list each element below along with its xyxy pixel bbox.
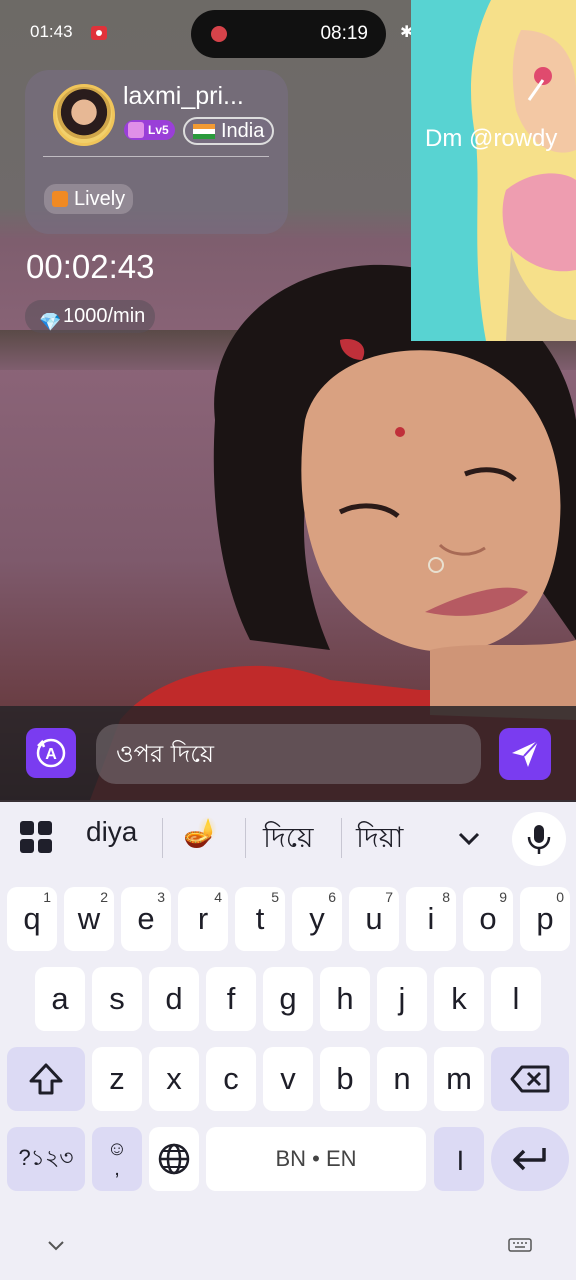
key-e[interactable]: e3 — [121, 887, 171, 951]
backspace-key[interactable] — [491, 1047, 569, 1111]
mic-button[interactable] — [512, 812, 566, 866]
key-i[interactable]: i8 — [406, 887, 456, 951]
india-flag-icon — [193, 124, 215, 139]
suggestion-separator — [245, 818, 246, 858]
message-input[interactable]: ওপর দিয়ে — [96, 724, 481, 784]
key-a[interactable]: a — [35, 967, 85, 1031]
screen-record-icon — [91, 26, 107, 40]
key-j[interactable]: j — [377, 967, 427, 1031]
call-rate: 💎 1000/min — [25, 300, 156, 333]
key-p[interactable]: p0 — [520, 887, 570, 951]
country-badge: India — [183, 117, 275, 145]
apps-grid-icon[interactable] — [20, 821, 54, 855]
translate-icon: A — [36, 738, 66, 768]
key-f[interactable]: f — [206, 967, 256, 1031]
enter-key[interactable] — [491, 1127, 569, 1191]
message-bar: A ওপর দিয়ে — [0, 706, 576, 802]
username: laxmi_pri... — [123, 82, 244, 110]
card-divider — [43, 156, 269, 157]
key-s[interactable]: s — [92, 967, 142, 1031]
key-m[interactable]: m — [434, 1047, 484, 1111]
svg-text:A: A — [45, 746, 57, 763]
lively-icon — [52, 191, 68, 207]
suggestion-4[interactable]: দিয়া — [356, 816, 403, 863]
globe-icon — [158, 1143, 190, 1175]
comma-label: , — [114, 1158, 120, 1180]
record-dot-icon — [211, 26, 227, 42]
call-timer: 00:02:43 — [26, 248, 155, 285]
key-o[interactable]: o9 — [463, 887, 513, 951]
key-d[interactable]: d — [149, 967, 199, 1031]
self-preview-image — [471, 0, 576, 341]
suggestion-separator — [162, 818, 163, 858]
lively-label: Lively — [74, 188, 126, 210]
emoji-key[interactable]: ☺ , — [92, 1127, 142, 1191]
key-t[interactable]: t5 — [235, 887, 285, 951]
key-r[interactable]: r4 — [178, 887, 228, 951]
suggestion-1[interactable]: diya — [86, 816, 137, 848]
shift-icon — [29, 1063, 63, 1095]
key-k[interactable]: k — [434, 967, 484, 1031]
call-rate-value: 1000/min — [63, 305, 146, 327]
send-icon — [512, 740, 539, 767]
lively-tag: Lively — [44, 184, 134, 214]
pip-watermark-text: Dm @rowdy — [425, 125, 558, 152]
key-q[interactable]: q1 — [7, 887, 57, 951]
level-badge: Lv5 — [124, 120, 175, 140]
suggestion-separator — [341, 818, 342, 858]
key-y[interactable]: y6 — [292, 887, 342, 951]
symbols-key[interactable]: ?১২৩ — [7, 1127, 85, 1191]
key-u[interactable]: u7 — [349, 887, 399, 951]
keyboard: diya 🪔 দিয়ে দিয়া q1 w2 e3 r4 t5 y6 u7 … — [0, 802, 576, 1280]
shift-key[interactable] — [7, 1047, 85, 1111]
status-time: 01:43 — [30, 22, 73, 41]
key-b[interactable]: b — [320, 1047, 370, 1111]
period-key[interactable]: । — [434, 1127, 484, 1191]
space-key[interactable]: BN • EN — [206, 1127, 426, 1191]
keyboard-switch-icon[interactable] — [508, 1238, 532, 1252]
hide-keyboard-icon[interactable] — [46, 1238, 66, 1252]
recording-timer: 08:19 — [320, 23, 368, 44]
send-button[interactable] — [499, 728, 551, 780]
enter-icon — [513, 1148, 546, 1171]
language-key[interactable] — [149, 1127, 199, 1191]
avatar[interactable] — [53, 84, 115, 146]
key-l[interactable]: l — [491, 967, 541, 1031]
key-g[interactable]: g — [263, 967, 313, 1031]
backspace-icon — [510, 1065, 550, 1093]
country-label: India — [221, 120, 265, 142]
diamond-icon: 💎 — [39, 312, 62, 332]
profile-card[interactable]: laxmi_pri... Lv5 India Lively — [25, 70, 288, 234]
recording-pill[interactable]: 08:19 — [191, 10, 386, 58]
self-preview-video[interactable]: Dm @rowdy — [411, 0, 576, 341]
emoji-icon: ☺ — [106, 1138, 128, 1160]
suggestion-3[interactable]: দিয়ে — [263, 816, 313, 863]
key-x[interactable]: x — [149, 1047, 199, 1111]
microphone-icon — [527, 825, 551, 854]
key-v[interactable]: v — [263, 1047, 313, 1111]
key-c[interactable]: c — [206, 1047, 256, 1111]
key-w[interactable]: w2 — [64, 887, 114, 951]
chevron-down-icon[interactable] — [455, 826, 483, 850]
key-n[interactable]: n — [377, 1047, 427, 1111]
key-h[interactable]: h — [320, 967, 370, 1031]
suggestion-2[interactable]: 🪔 — [183, 816, 218, 849]
translate-button[interactable]: A — [26, 728, 76, 778]
key-z[interactable]: z — [92, 1047, 142, 1111]
suggestion-row: diya 🪔 দিয়ে দিয়া — [0, 802, 576, 876]
